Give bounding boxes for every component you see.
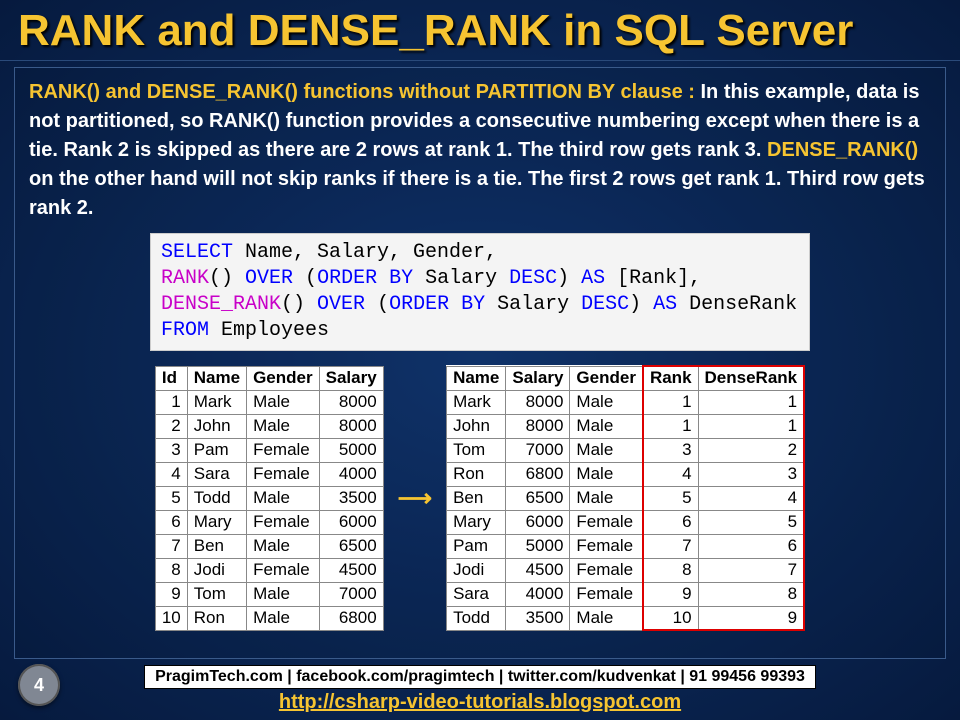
table-row: Mark8000Male11 [447, 390, 805, 414]
table-row: Mary6000Female65 [447, 510, 805, 534]
table-header: Gender [570, 366, 643, 390]
table-row: 6MaryFemale6000 [155, 510, 383, 534]
footer-link[interactable]: http://csharp-video-tutorials.blogspot.c… [0, 691, 960, 714]
footer: PragimTech.com | facebook.com/pragimtech… [0, 665, 960, 714]
table-row: 1MarkMale8000 [155, 390, 383, 414]
tables-container: IdNameGenderSalary 1MarkMale80002JohnMal… [29, 365, 931, 631]
table-row: 3PamFemale5000 [155, 438, 383, 462]
table-row: Ron6800Male43 [447, 462, 805, 486]
table-row: 9TomMale7000 [155, 582, 383, 606]
table-header: Name [447, 366, 506, 390]
table-row: Pam5000Female76 [447, 534, 805, 558]
table-header: Gender [247, 366, 320, 390]
table-row: Todd3500Male109 [447, 606, 805, 630]
sql-code-block: SELECT Name, Salary, Gender, RANK() OVER… [150, 233, 810, 351]
employees-table: IdNameGenderSalary 1MarkMale80002JohnMal… [155, 366, 384, 631]
arrow-icon: ⟶ [398, 484, 432, 513]
footer-contact-box: PragimTech.com | facebook.com/pragimtech… [144, 665, 816, 689]
body-text-2: on the other hand will not skip ranks if… [29, 168, 925, 219]
mid-highlight: DENSE_RANK() [767, 139, 918, 161]
table-row: Tom7000Male32 [447, 438, 805, 462]
table-header: DenseRank [698, 366, 804, 390]
table-row: 10RonMale6800 [155, 606, 383, 630]
table-row: 8JodiFemale4500 [155, 558, 383, 582]
content-panel: RANK() and DENSE_RANK() functions withou… [14, 67, 946, 659]
table-row: 2JohnMale8000 [155, 414, 383, 438]
result-table: NameSalaryGenderRankDenseRank Mark8000Ma… [446, 365, 805, 631]
table-header: Id [155, 366, 187, 390]
explanation-text: RANK() and DENSE_RANK() functions withou… [29, 78, 931, 223]
table-row: John8000Male11 [447, 414, 805, 438]
table-row: 5ToddMale3500 [155, 486, 383, 510]
lead-highlight: RANK() and DENSE_RANK() functions withou… [29, 81, 701, 103]
table-row: Sara4000Female98 [447, 582, 805, 606]
table-header: Salary [506, 366, 570, 390]
table-header: Salary [319, 366, 383, 390]
table-row: Ben6500Male54 [447, 486, 805, 510]
table-row: 4SaraFemale4000 [155, 462, 383, 486]
table-header: Rank [643, 366, 698, 390]
table-row: 7BenMale6500 [155, 534, 383, 558]
table-row: Jodi4500Female87 [447, 558, 805, 582]
slide-title: RANK and DENSE_RANK in SQL Server [0, 0, 960, 61]
table-header: Name [187, 366, 246, 390]
